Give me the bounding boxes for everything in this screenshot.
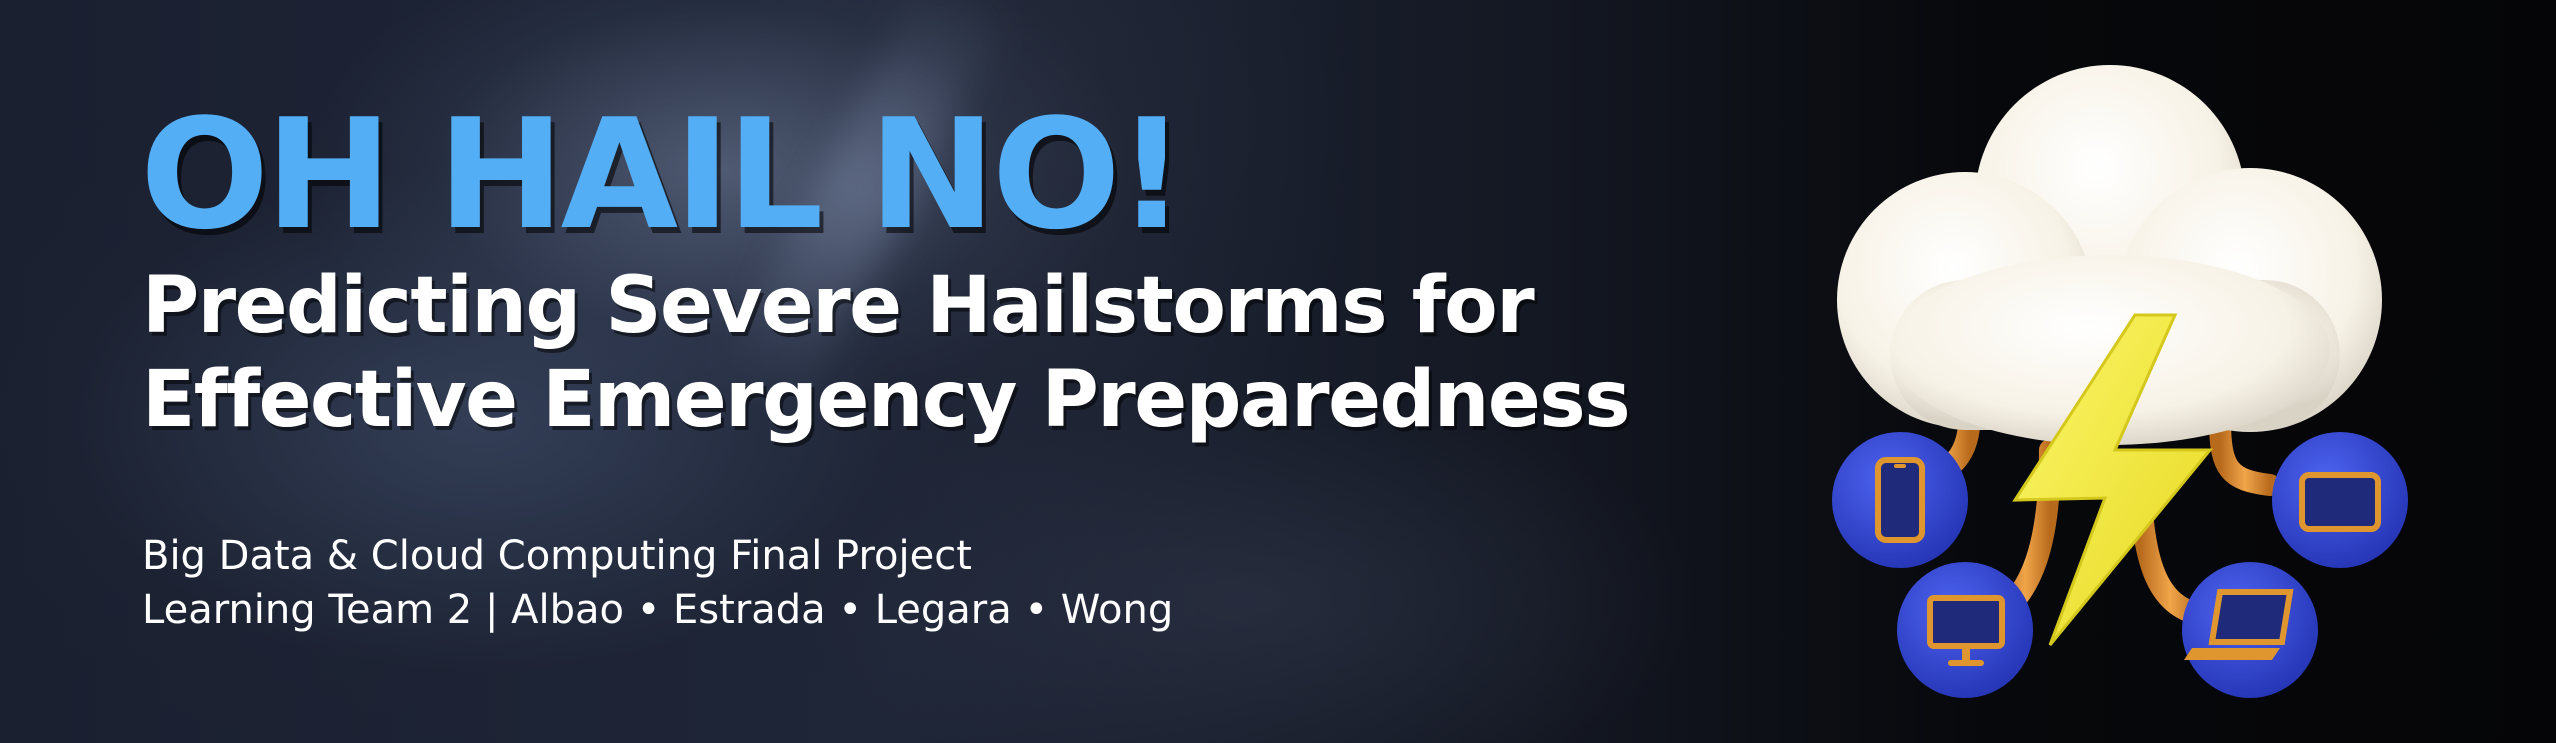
course-line: Big Data & Cloud Computing Final Project xyxy=(142,533,972,579)
hero-banner: OH HAIL NO! Predicting Severe Hailstorms… xyxy=(0,0,2556,743)
subtitle-line-1: Predicting Severe Hailstorms for xyxy=(142,261,1535,351)
cloud-computing-lightning-illustration xyxy=(1780,30,2440,710)
desktop-monitor-icon xyxy=(1897,562,2033,698)
project-meta: Big Data & Cloud Computing Final Project… xyxy=(142,529,1629,637)
subtitle: Predicting Severe Hailstorms for Effecti… xyxy=(142,259,1631,447)
smartphone-icon xyxy=(1832,432,1968,568)
laptop-icon xyxy=(2182,562,2318,698)
subtitle-line-2: Effective Emergency Preparedness xyxy=(142,355,1631,445)
headline: OH HAIL NO! xyxy=(140,86,1186,263)
team-line: Learning Team 2 | Albao • Estrada • Lega… xyxy=(142,587,1174,633)
title-block: OH HAIL NO! Predicting Severe Hailstorms… xyxy=(140,86,1631,637)
tablet-icon xyxy=(2272,432,2408,568)
